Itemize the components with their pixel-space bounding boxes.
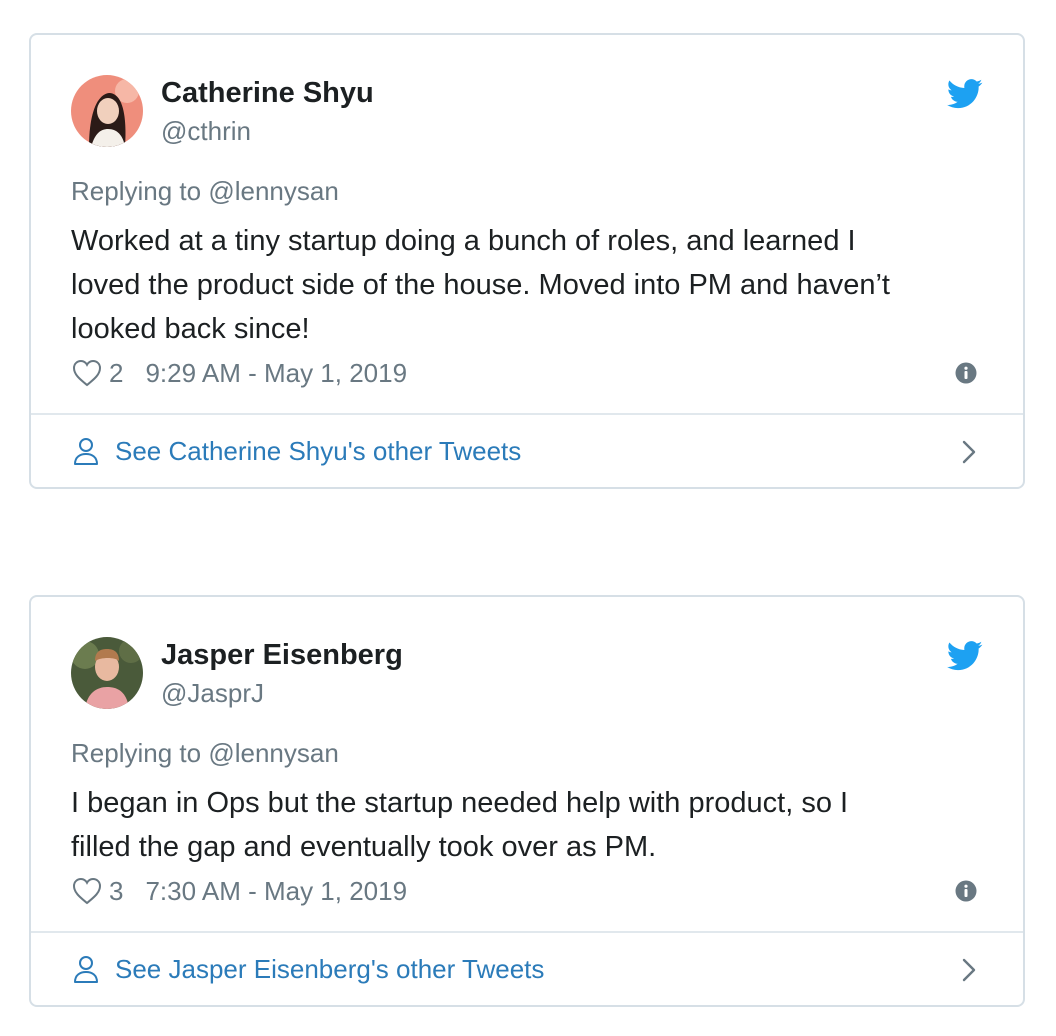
divider — [31, 413, 1023, 415]
tweet-text: Worked at a tiny startup doing a bunch o… — [71, 219, 991, 351]
person-outline-icon — [74, 956, 98, 983]
tweet-card: Jasper Eisenberg @JasprJ Replying to @le… — [29, 595, 1025, 1007]
person-outline-icon — [74, 438, 98, 465]
heart-outline-icon[interactable] — [71, 876, 103, 906]
tweet-text-line: I began in Ops but the startup needed he… — [71, 787, 849, 819]
like-count: 3 — [109, 875, 124, 906]
avatar[interactable] — [71, 637, 143, 709]
tweet-text: I began in Ops but the startup needed he… — [71, 781, 991, 869]
other-tweets-link[interactable]: See Catherine Shyu's other Tweets — [71, 431, 983, 471]
tweet-text-line: filled the gap and eventually took over … — [71, 831, 657, 863]
chevron-right-icon[interactable] — [961, 957, 977, 983]
info-circle-icon[interactable] — [955, 362, 977, 384]
other-tweets-label[interactable]: See Catherine Shyu's other Tweets — [115, 436, 521, 467]
replying-prefix: Replying to — [71, 738, 202, 768]
author-handle[interactable]: @cthrin — [161, 115, 251, 147]
replying-to: Replying to @lennysan — [71, 737, 339, 769]
timestamp-link[interactable]: 7:30 AM - May 1, 2019 — [145, 876, 407, 907]
divider — [31, 931, 1023, 933]
avatar[interactable] — [71, 75, 143, 147]
tweet-text-line: Worked at a tiny startup doing a bunch o… — [71, 225, 856, 257]
timestamp-link[interactable]: 9:29 AM - May 1, 2019 — [145, 358, 407, 389]
tweet-meta: 2 9:29 AM - May 1, 2019 — [71, 355, 407, 391]
other-tweets-label[interactable]: See Jasper Eisenberg's other Tweets — [115, 954, 544, 985]
replying-to: Replying to @lennysan — [71, 175, 339, 207]
tweet-card: Catherine Shyu @cthrin Replying to @lenn… — [29, 33, 1025, 489]
heart-outline-icon[interactable] — [71, 358, 103, 388]
like-count: 2 — [109, 357, 124, 388]
chevron-right-icon[interactable] — [961, 439, 977, 465]
author-name[interactable]: Catherine Shyu — [161, 75, 374, 111]
tweet-text-line: loved the product side of the house. Mov… — [71, 269, 890, 301]
mention-link[interactable]: @lennysan — [208, 176, 338, 206]
twitter-bird-icon[interactable] — [947, 79, 983, 109]
replying-prefix: Replying to — [71, 176, 202, 206]
tweet-meta: 3 7:30 AM - May 1, 2019 — [71, 873, 407, 909]
twitter-bird-icon[interactable] — [947, 641, 983, 671]
other-tweets-link[interactable]: See Jasper Eisenberg's other Tweets — [71, 949, 983, 989]
author-name[interactable]: Jasper Eisenberg — [161, 637, 403, 673]
info-circle-icon[interactable] — [955, 880, 977, 902]
tweet-text-line: looked back since! — [71, 313, 310, 345]
author-handle[interactable]: @JasprJ — [161, 677, 264, 709]
mention-link[interactable]: @lennysan — [208, 738, 338, 768]
